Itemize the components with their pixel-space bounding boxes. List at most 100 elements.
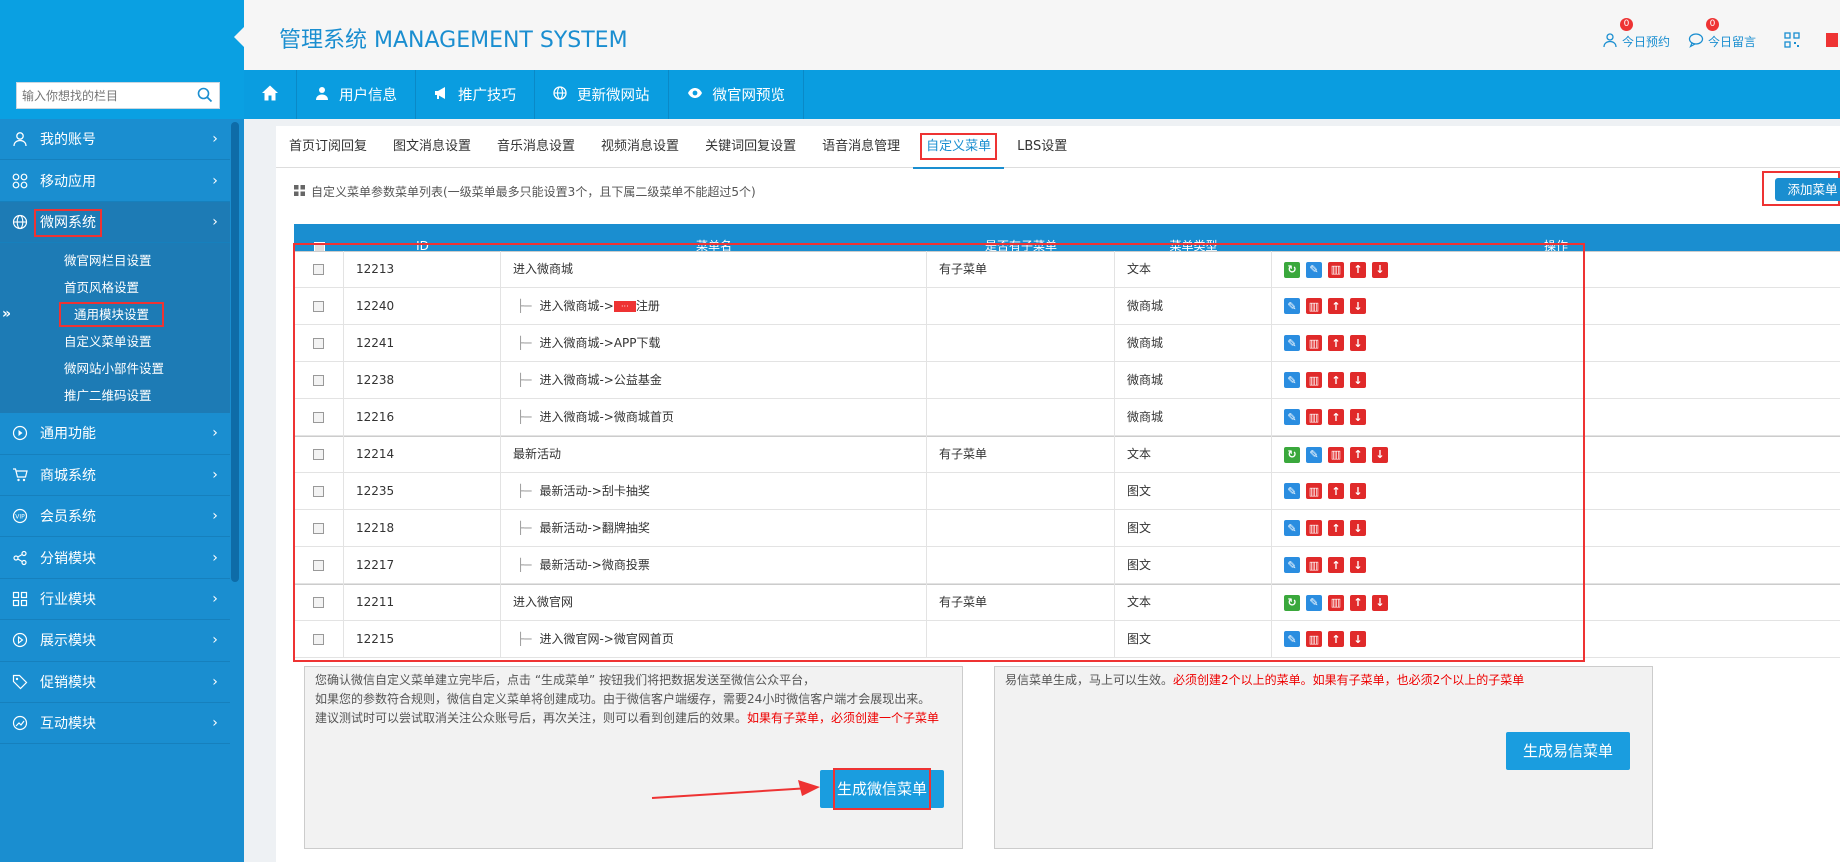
sidebar-item-promotion[interactable]: 促销模块 › xyxy=(0,661,230,703)
edit-icon[interactable]: ✎ xyxy=(1284,483,1300,499)
row-checkbox[interactable] xyxy=(294,361,344,399)
edit-icon[interactable]: ✎ xyxy=(1284,557,1300,573)
sidebar-item-mall[interactable]: 商城系统 › xyxy=(0,454,230,496)
tab-video-message[interactable]: 视频消息设置 xyxy=(588,126,692,168)
nav-promotion-tips[interactable]: 推广技巧 xyxy=(416,70,535,119)
search-icon[interactable] xyxy=(197,87,213,107)
move-down-icon[interactable]: ↓ xyxy=(1350,409,1366,425)
move-down-icon[interactable]: ↓ xyxy=(1350,520,1366,536)
add-menu-button[interactable]: 添加菜单 xyxy=(1775,178,1840,201)
today-appointments-link[interactable]: 0 今日预约 xyxy=(1602,18,1670,51)
edit-icon[interactable]: ✎ xyxy=(1306,446,1322,463)
sidebar-item-mobile-apps[interactable]: 移动应用 › xyxy=(0,160,230,202)
delete-icon[interactable]: ▥ xyxy=(1306,335,1322,351)
delete-icon[interactable]: ▥ xyxy=(1306,483,1322,499)
move-down-icon[interactable]: ↓ xyxy=(1350,372,1366,388)
tab-news-message[interactable]: 图文消息设置 xyxy=(380,126,484,168)
move-up-icon[interactable]: ↑ xyxy=(1328,335,1344,351)
delete-icon[interactable]: ▥ xyxy=(1328,261,1344,278)
add-submenu-icon[interactable]: ↻ xyxy=(1284,594,1300,611)
select-all-checkbox[interactable] xyxy=(294,239,344,251)
sidebar-scrollbar[interactable] xyxy=(231,122,239,582)
row-checkbox[interactable] xyxy=(294,398,344,436)
sidebar-item-display[interactable]: 展示模块 › xyxy=(0,620,230,662)
delete-icon[interactable]: ▥ xyxy=(1306,372,1322,388)
move-up-icon[interactable]: ↑ xyxy=(1328,409,1344,425)
delete-icon[interactable]: ▥ xyxy=(1306,557,1322,573)
tab-lbs-settings[interactable]: LBS设置 xyxy=(1004,126,1080,168)
tab-music-message[interactable]: 音乐消息设置 xyxy=(484,126,588,168)
edit-icon[interactable]: ✎ xyxy=(1306,594,1322,611)
move-up-icon[interactable]: ↑ xyxy=(1328,483,1344,499)
home-button[interactable] xyxy=(244,70,297,119)
edit-icon[interactable]: ✎ xyxy=(1284,335,1300,351)
row-checkbox[interactable] xyxy=(294,251,344,288)
tab-keyword-reply[interactable]: 关键词回复设置 xyxy=(692,126,809,168)
move-down-icon[interactable]: ↓ xyxy=(1350,631,1366,647)
move-up-icon[interactable]: ↑ xyxy=(1328,520,1344,536)
submenu-item-custom-menu[interactable]: 自定义菜单设置 xyxy=(0,328,230,355)
row-checkbox[interactable] xyxy=(294,509,344,547)
generate-yixin-menu-button[interactable]: 生成易信菜单 xyxy=(1506,732,1630,770)
row-checkbox[interactable] xyxy=(294,436,344,473)
row-menu-name: ├─ 进入微官网->微官网首页 xyxy=(501,620,927,658)
add-submenu-icon[interactable]: ↻ xyxy=(1284,261,1300,278)
sidebar-item-industry[interactable]: 行业模块 › xyxy=(0,578,230,621)
move-up-icon[interactable]: ↑ xyxy=(1350,261,1366,278)
row-checkbox[interactable] xyxy=(294,287,344,325)
sidebar-item-member[interactable]: VIP 会员系统 › xyxy=(0,495,230,538)
edit-icon[interactable]: ✎ xyxy=(1284,409,1300,425)
sidebar-item-interactive[interactable]: 互动模块 › xyxy=(0,702,230,745)
tab-custom-menu[interactable]: 自定义菜单 xyxy=(913,126,1005,169)
delete-icon[interactable]: ▥ xyxy=(1306,631,1322,647)
sidebar-item-my-account[interactable]: 我的账号 › xyxy=(0,119,230,161)
sidebar-item-distribution[interactable]: 分销模块 › xyxy=(0,537,230,579)
row-checkbox[interactable] xyxy=(294,584,344,621)
sidebar-item-microsite[interactable]: 微网系统 › xyxy=(0,201,230,244)
nav-site-preview[interactable]: 微官网预览 xyxy=(669,70,804,119)
today-messages-link[interactable]: 0 今日留言 xyxy=(1688,18,1756,51)
tab-home-subscribe[interactable]: 首页订阅回复 xyxy=(276,126,380,168)
search-input[interactable] xyxy=(17,83,187,108)
move-up-icon[interactable]: ↑ xyxy=(1328,298,1344,314)
delete-icon[interactable]: ▥ xyxy=(1306,298,1322,314)
move-down-icon[interactable]: ↓ xyxy=(1350,298,1366,314)
edit-icon[interactable]: ✎ xyxy=(1284,372,1300,388)
sidebar-item-common-functions[interactable]: 通用功能 › xyxy=(0,413,230,455)
tab-voice-message[interactable]: 语音消息管理 xyxy=(809,126,913,168)
delete-icon[interactable]: ▥ xyxy=(1306,409,1322,425)
edit-icon[interactable]: ✎ xyxy=(1284,298,1300,314)
move-down-icon[interactable]: ↓ xyxy=(1372,261,1388,278)
submenu-item-home-style[interactable]: 首页风格设置 xyxy=(0,274,230,301)
submenu-item-qrcode[interactable]: 推广二维码设置 xyxy=(0,382,230,409)
delete-icon[interactable]: ▥ xyxy=(1328,446,1344,463)
row-checkbox[interactable] xyxy=(294,472,344,510)
qrcode-icon[interactable] xyxy=(1784,32,1800,48)
chevron-right-icon: › xyxy=(212,549,218,566)
nav-update-site[interactable]: 更新微网站 xyxy=(535,70,669,119)
delete-icon[interactable]: ▥ xyxy=(1306,520,1322,536)
delete-icon[interactable]: ▥ xyxy=(1328,594,1344,611)
row-checkbox[interactable] xyxy=(294,620,344,658)
nav-user-info[interactable]: 用户信息 xyxy=(297,70,416,119)
row-checkbox[interactable] xyxy=(294,324,344,362)
exit-icon[interactable] xyxy=(1826,32,1838,48)
edit-icon[interactable]: ✎ xyxy=(1284,520,1300,536)
move-down-icon[interactable]: ↓ xyxy=(1350,483,1366,499)
submenu-item-column-settings[interactable]: 微官网栏目设置 xyxy=(0,247,230,274)
move-up-icon[interactable]: ↑ xyxy=(1328,372,1344,388)
move-up-icon[interactable]: ↑ xyxy=(1328,631,1344,647)
submenu-item-common-module[interactable]: » 通用模块设置 xyxy=(0,301,230,328)
move-up-icon[interactable]: ↑ xyxy=(1350,446,1366,463)
edit-icon[interactable]: ✎ xyxy=(1284,631,1300,647)
move-up-icon[interactable]: ↑ xyxy=(1328,557,1344,573)
move-up-icon[interactable]: ↑ xyxy=(1350,594,1366,611)
move-down-icon[interactable]: ↓ xyxy=(1372,446,1388,463)
edit-icon[interactable]: ✎ xyxy=(1306,261,1322,278)
add-submenu-icon[interactable]: ↻ xyxy=(1284,446,1300,463)
row-checkbox[interactable] xyxy=(294,546,344,584)
move-down-icon[interactable]: ↓ xyxy=(1350,335,1366,351)
move-down-icon[interactable]: ↓ xyxy=(1372,594,1388,611)
move-down-icon[interactable]: ↓ xyxy=(1350,557,1366,573)
submenu-item-widgets[interactable]: 微网站小部件设置 xyxy=(0,355,230,382)
